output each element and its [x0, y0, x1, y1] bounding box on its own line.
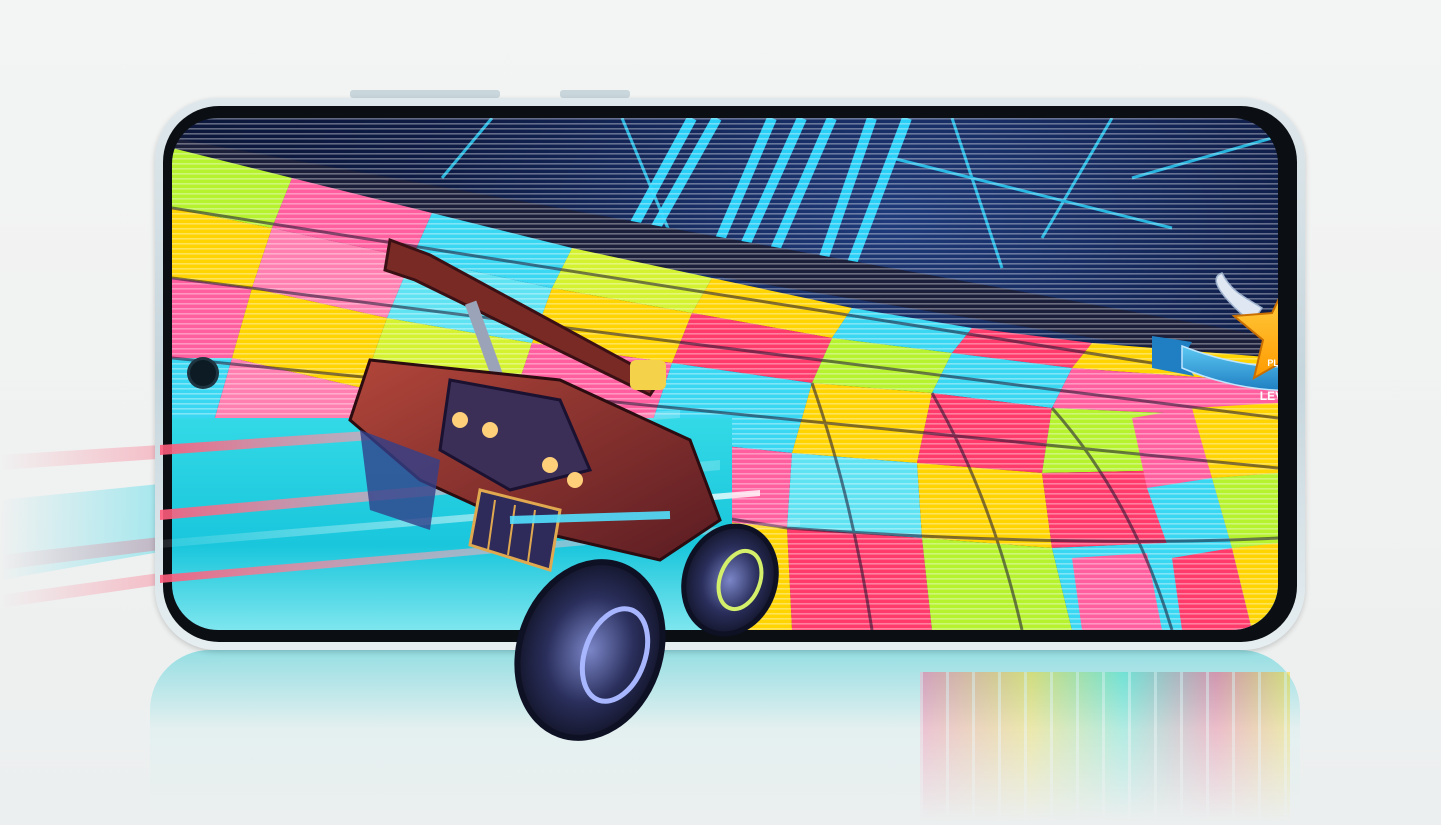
volume-button: [350, 90, 500, 98]
front-camera-icon: [190, 360, 216, 386]
power-button: [560, 90, 630, 98]
badge-player: PLAYER 1: [1267, 358, 1278, 368]
level-up-badge: 1 PLAYER 1 LEVEL UP: [1152, 272, 1278, 403]
product-scene: 1 PLAYER 1 LEVEL UP: [0, 0, 1441, 825]
front-wheel: [514, 559, 666, 741]
badge-level: LEVEL UP: [1260, 389, 1278, 403]
race-car: [348, 237, 779, 741]
track-reflection: [920, 672, 1290, 822]
